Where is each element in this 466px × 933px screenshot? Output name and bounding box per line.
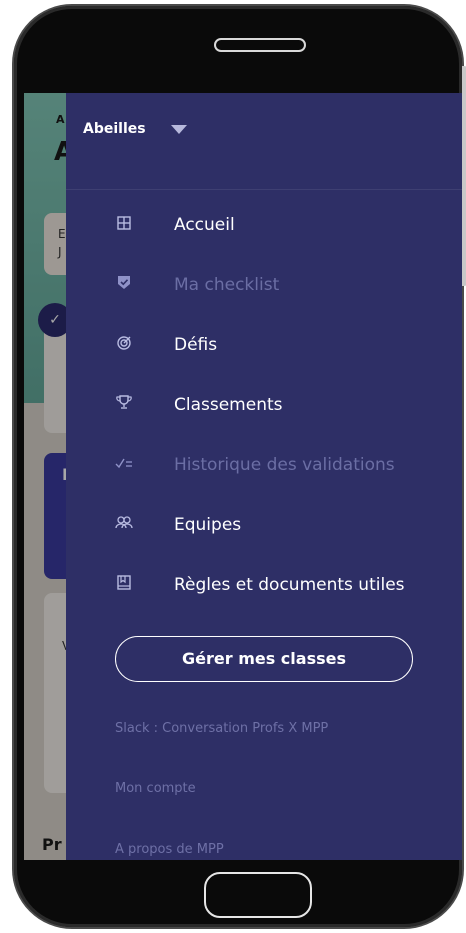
menu-item-label: Classements <box>174 395 283 415</box>
menu-item-defis[interactable]: Défis <box>66 327 462 367</box>
account-link[interactable]: Mon compte <box>115 781 196 796</box>
menu-item-label: Ma checklist <box>174 275 280 295</box>
menu-item-regles[interactable]: Règles et documents utiles <box>66 567 462 607</box>
manage-classes-button[interactable]: Gérer mes classes <box>115 636 413 682</box>
speaker-grille <box>214 38 306 52</box>
book-icon <box>114 575 134 595</box>
menu-item-label: Règles et documents utiles <box>174 575 405 595</box>
trophy-icon <box>114 395 134 415</box>
menu-item-label: Accueil <box>174 215 235 235</box>
menu-item-equipes[interactable]: Equipes <box>66 507 462 547</box>
check-list-icon <box>114 455 134 475</box>
menu-item-label: Historique des validations <box>174 455 395 475</box>
home-button[interactable] <box>204 872 312 918</box>
menu-item-classements[interactable]: Classements <box>66 387 462 427</box>
menu-item-accueil[interactable]: Accueil <box>66 207 462 247</box>
grid-icon <box>114 215 134 235</box>
menu-item-historique[interactable]: Historique des validations <box>66 447 462 487</box>
app-screen: A A E J ✓ No V Pr Abeilles Accueil <box>24 93 462 860</box>
menu-item-ma-checklist[interactable]: Ma checklist <box>66 267 462 307</box>
chevron-down-icon[interactable] <box>171 125 187 134</box>
shield-check-icon <box>114 275 134 295</box>
menu-item-label: Défis <box>174 335 218 355</box>
team-icon <box>114 515 134 535</box>
slack-link[interactable]: Slack : Conversation Profs X MPP <box>115 721 328 736</box>
hive-selector-label[interactable]: Abeilles <box>83 121 146 137</box>
drawer-header: Abeilles <box>66 93 462 190</box>
navigation-drawer: Abeilles Accueil Ma checklist Défis Clas… <box>66 93 462 860</box>
target-icon <box>114 335 134 355</box>
about-link[interactable]: A propos de MPP <box>115 842 224 857</box>
menu-item-label: Equipes <box>174 515 242 535</box>
